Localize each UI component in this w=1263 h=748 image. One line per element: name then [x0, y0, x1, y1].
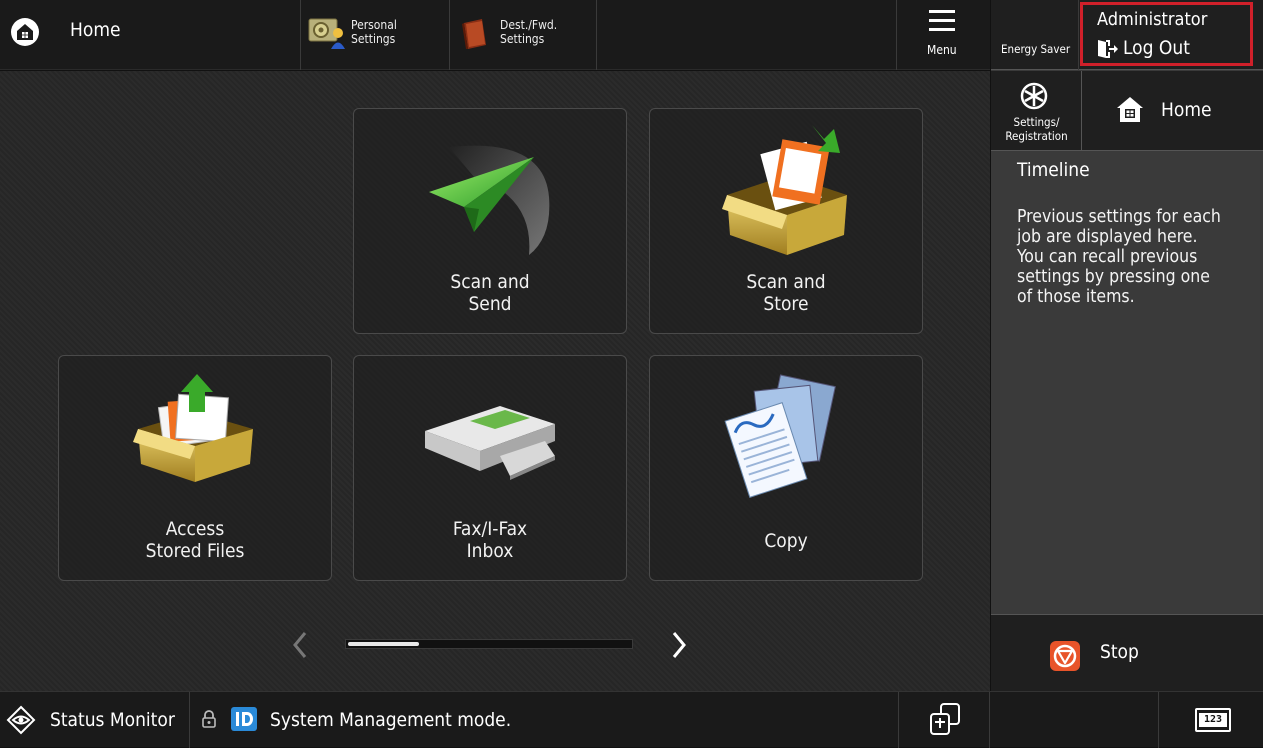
copy-label: Copy — [764, 530, 808, 552]
menu-button[interactable]: Menu — [897, 0, 990, 70]
stop-icon — [1049, 640, 1081, 676]
settings-home-row: Settings/ Registration Home — [991, 71, 1263, 151]
logout-label: Log Out — [1123, 37, 1190, 59]
home-button[interactable]: Home — [0, 0, 300, 70]
settings-registration-button[interactable]: Settings/ Registration — [991, 71, 1082, 151]
dest-fwd-settings-label: Dest./Fwd. Settings — [500, 18, 558, 46]
paper-plane-icon — [424, 137, 554, 261]
main-area: Scan and Send Scan and Store Access Stor… — [0, 71, 990, 691]
personal-settings-icon — [307, 16, 347, 54]
scan-and-send-label: Scan and Send — [450, 271, 530, 315]
scan-and-store-label: Scan and Store — [746, 271, 826, 315]
status-monitor-label: Status Monitor — [50, 709, 175, 731]
page-indicator-thumb — [348, 642, 419, 646]
remote-ui-button[interactable] — [898, 692, 990, 748]
user-login-area[interactable]: Administrator Log Out — [1080, 2, 1253, 66]
address-book-icon — [460, 17, 490, 55]
logout-door-icon — [1097, 39, 1119, 63]
hamburger-menu-icon — [929, 9, 955, 37]
previous-page-button[interactable] — [285, 627, 315, 663]
stop-button[interactable]: Stop — [991, 614, 1263, 691]
stop-label: Stop — [1100, 641, 1139, 663]
keypad-icon: 123 — [1195, 708, 1231, 732]
energy-saver-label: Energy Saver — [1001, 42, 1071, 56]
access-stored-files-label: Access Stored Files — [145, 518, 245, 562]
fax-inbox-icon — [420, 396, 560, 490]
fax-inbox-tile[interactable]: Fax/I-Fax Inbox — [353, 355, 627, 581]
settings-registration-label: Settings/ Registration — [1005, 115, 1068, 143]
bottom-bar: Status Monitor System Management mode. 1… — [0, 691, 1263, 748]
chevron-left-icon — [293, 632, 307, 658]
access-stored-files-tile[interactable]: Access Stored Files — [58, 355, 332, 581]
timeline-description: Previous settings for each job are displ… — [1017, 207, 1221, 307]
settings-registration-icon — [1019, 81, 1049, 115]
dest-fwd-settings-button[interactable]: Dest./Fwd. Settings — [450, 0, 596, 70]
scan-and-send-tile[interactable]: Scan and Send — [353, 108, 627, 334]
top-bar: Home Personal Settings Dest./Fwd. Settin… — [0, 0, 990, 70]
personal-settings-label: Personal Settings — [351, 18, 397, 46]
status-monitor-button[interactable]: Status Monitor — [0, 692, 190, 748]
copy-documents-icon — [722, 374, 847, 508]
personal-settings-button[interactable]: Personal Settings — [301, 0, 449, 70]
scan-and-store-tile[interactable]: Scan and Store — [649, 108, 923, 334]
keypad-label: 123 — [1199, 713, 1227, 727]
right-panel-header: Energy Saver Administrator Log Out — [991, 0, 1263, 70]
timeline-panel: Timeline Previous settings for each job … — [991, 152, 1263, 614]
keypad-button[interactable]: 123 — [1158, 692, 1263, 748]
store-box-icon — [722, 125, 852, 264]
fax-inbox-label: Fax/I-Fax Inbox — [452, 518, 528, 562]
lock-icon — [201, 710, 217, 732]
home-label: Home — [70, 19, 121, 41]
logout-button[interactable]: Log Out — [1097, 37, 1237, 61]
page-indicator — [345, 639, 633, 649]
menu-label: Menu — [927, 43, 957, 57]
panel-home-button[interactable]: Home — [1083, 71, 1263, 151]
user-name: Administrator — [1097, 9, 1208, 30]
moon-icon — [1025, 3, 1047, 33]
panel-home-icon — [1115, 94, 1145, 128]
right-panel: Energy Saver Administrator Log Out Setti… — [991, 0, 1263, 691]
stored-files-box-icon — [133, 374, 258, 488]
id-badge-icon — [231, 707, 257, 735]
remote-connect-icon — [927, 702, 965, 740]
next-page-button[interactable] — [664, 627, 694, 663]
mode-status-text: System Management mode. — [270, 709, 512, 731]
home-icon — [10, 17, 40, 51]
panel-home-label: Home — [1161, 99, 1212, 121]
timeline-title: Timeline — [1017, 159, 1090, 181]
energy-saver-button[interactable]: Energy Saver — [991, 0, 1079, 70]
copy-tile[interactable]: Copy — [649, 355, 923, 581]
chevron-right-icon — [672, 632, 686, 658]
status-monitor-icon — [6, 705, 36, 739]
